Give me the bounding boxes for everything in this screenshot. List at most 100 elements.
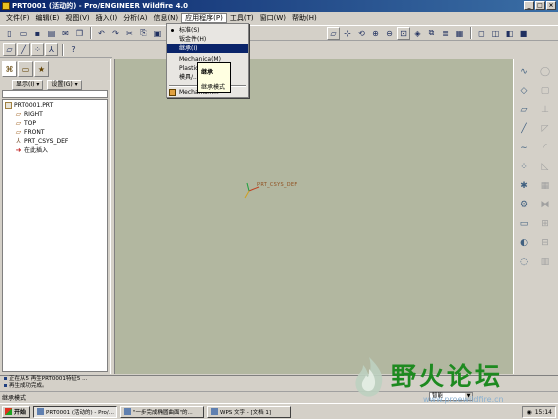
view-manager-icon[interactable]: ▦ <box>453 27 466 40</box>
copy-window-icon[interactable]: ❐ <box>73 27 86 40</box>
csys-display-icon[interactable]: ⅄ <box>45 43 58 56</box>
datum-plane-create-icon[interactable]: ▱ <box>517 103 531 117</box>
tree-item-top[interactable]: ▱ TOP <box>15 119 36 128</box>
datum-point-display-icon[interactable]: ⁘ <box>31 43 44 56</box>
tree-item-right[interactable]: ▱ RIGHT <box>15 110 43 119</box>
menu-applications[interactable]: 应用程序(P) <box>181 13 227 23</box>
menu-file[interactable]: 文件(F) <box>3 13 33 23</box>
message-bullet <box>4 384 7 387</box>
favorites-tab-icon[interactable]: ★ <box>34 61 49 77</box>
extrude-icon[interactable]: ▭ <box>517 217 531 231</box>
start-button[interactable]: 开始 <box>2 405 30 418</box>
draft-icon[interactable]: ◸ <box>538 122 552 136</box>
tree-item-csys[interactable]: ⅄ PRT_CSYS_DEF <box>15 137 68 146</box>
menu-edit[interactable]: 编辑(E) <box>33 13 63 23</box>
app-icon <box>2 2 10 10</box>
folder-browser-tab-icon[interactable]: ▭ <box>18 61 33 77</box>
merge-icon[interactable]: ⊞ <box>538 217 552 231</box>
menu-view[interactable]: 视图(V) <box>62 13 92 23</box>
chamfer-icon[interactable]: ◺ <box>538 160 552 174</box>
paste-icon[interactable]: ▣ <box>151 27 164 40</box>
menu-insert[interactable]: 插入(I) <box>93 13 121 23</box>
menu-help[interactable]: 帮助(H) <box>289 13 320 23</box>
tree-item-insert-here[interactable]: ➜ 在此插入 <box>15 146 48 155</box>
hole-icon[interactable]: ◯ <box>538 65 552 79</box>
repaint-icon[interactable]: ▱ <box>327 26 340 40</box>
tree-item-front[interactable]: ▱ FRONT <box>15 128 45 137</box>
shading-icon[interactable]: ■ <box>517 27 530 40</box>
menu-analysis[interactable]: 分析(A) <box>120 13 150 23</box>
minimize-button[interactable]: _ <box>524 1 534 10</box>
maximize-button[interactable]: □ <box>535 1 545 10</box>
menu-item-inheritance[interactable]: 继承(I) <box>167 44 248 53</box>
radio-bullet-icon <box>171 29 174 32</box>
menu-window[interactable]: 窗口(W) <box>257 13 289 23</box>
no-hidden-icon[interactable]: ◧ <box>503 27 516 40</box>
save-icon[interactable]: ▪ <box>31 27 44 40</box>
zoom-out-icon[interactable]: ⊖ <box>383 27 396 40</box>
shell-icon[interactable]: ▢ <box>538 84 552 98</box>
trim-icon[interactable]: ⊟ <box>538 236 552 250</box>
taskbar-item-browser[interactable]: "一步完成椭圆曲面"的... <box>120 405 204 418</box>
menu-tools[interactable]: 工具(T) <box>227 13 257 23</box>
refit-icon[interactable]: ⊡ <box>397 26 410 40</box>
datum-plane-icon: ▱ <box>15 128 22 136</box>
new-file-icon[interactable]: ▯ <box>3 27 16 40</box>
thicken-icon[interactable]: ▥ <box>538 255 552 269</box>
menu-item-standard[interactable]: 标准(S) <box>167 26 248 35</box>
window-controls: _ □ × <box>524 1 556 10</box>
datum-curve-icon[interactable]: ∼ <box>517 141 531 155</box>
reorient-icon[interactable]: ◈ <box>411 27 424 40</box>
tree-item-label: TOP <box>24 120 37 127</box>
datum-axis-tool-icon[interactable]: ╱ <box>517 122 531 136</box>
datum-axis-display-icon[interactable]: ╱ <box>17 43 30 56</box>
copy-icon[interactable]: ⎘ <box>137 27 150 40</box>
graphics-window[interactable]: PRT_CSYS_DEF <box>115 59 513 374</box>
revolve-icon[interactable]: ◐ <box>517 236 531 250</box>
datum-plane-display-icon[interactable]: ▱ <box>3 43 16 56</box>
round-icon[interactable]: ◜ <box>538 141 552 155</box>
datum-point-tool-icon[interactable]: ⁘ <box>517 160 531 174</box>
model-tree-tab-icon[interactable]: ⌘ <box>2 61 17 77</box>
tree-item-label: 在此插入 <box>24 147 49 154</box>
analysis-tool-icon[interactable]: ⚙ <box>517 198 531 212</box>
zoom-in-icon[interactable]: ⊕ <box>369 27 382 40</box>
taskbar-item-proe[interactable]: PRT0001 (活动的) - Pro/... <box>33 405 117 418</box>
undo-icon[interactable]: ↶ <box>95 27 108 40</box>
print-icon[interactable]: ▤ <box>45 27 58 40</box>
redo-icon[interactable]: ↷ <box>109 27 122 40</box>
mirror-icon[interactable]: ⧓ <box>538 198 552 212</box>
selection-filter-select[interactable]: 智能 ▼ <box>429 392 473 401</box>
saved-views-icon[interactable]: ⧉ <box>425 27 438 40</box>
close-button[interactable]: × <box>546 1 556 10</box>
menu-item-sheetmetal[interactable]: 钣金件(H) <box>167 35 248 44</box>
mechanism-icon <box>169 89 176 96</box>
csys-tool-icon[interactable]: ✱ <box>517 179 531 193</box>
status-bar: 继承模式 智能 ▼ <box>0 391 558 402</box>
taskbar-item-wps[interactable]: WPS 文字 - [文档 1] <box>207 405 291 418</box>
datum-plane-icon: ▱ <box>15 119 22 127</box>
sweep-icon[interactable]: ◌ <box>517 255 531 269</box>
toolbar-separator <box>90 27 92 39</box>
hidden-line-icon[interactable]: ◫ <box>489 27 502 40</box>
window-titlebar[interactable]: PRT0001 (活动的) - Pro/ENGINEER Wildfire 4.… <box>0 0 558 12</box>
rib-icon[interactable]: ⊥ <box>538 103 552 117</box>
sketch-icon[interactable]: ∿ <box>517 65 531 79</box>
layers-icon[interactable]: ≣ <box>439 27 452 40</box>
orient-mode-icon[interactable]: ⟲ <box>355 27 368 40</box>
send-mail-icon[interactable]: ✉ <box>59 27 72 40</box>
open-file-icon[interactable]: ▭ <box>17 27 30 40</box>
menu-info[interactable]: 信息(N) <box>150 13 181 23</box>
pattern-icon[interactable]: ▦ <box>538 179 552 193</box>
spin-center-icon[interactable]: ⊹ <box>341 27 354 40</box>
tree-item-part[interactable]: PRT0001.PRT <box>5 101 53 110</box>
cut-icon[interactable]: ✂ <box>123 27 136 40</box>
settings-menu-button[interactable]: 设置(G) ▾ <box>47 79 82 90</box>
show-menu-button[interactable]: 显示(I) ▾ <box>12 79 44 90</box>
feature-toolbar: ∿ ◇ ▱ ╱ ∼ ⁘ ✱ ⚙ ▭ ◐ ◌ ◯ ▢ ⊥ ◸ ◜ ◺ ▦ ⧓ ⊞ … <box>513 59 558 374</box>
datum-plane-tool-icon[interactable]: ◇ <box>517 84 531 98</box>
start-label: 开始 <box>14 409 27 416</box>
context-help-icon[interactable]: ? <box>67 43 80 56</box>
wireframe-icon[interactable]: ◻ <box>475 27 488 40</box>
tray-icon[interactable]: ◉ <box>526 409 531 416</box>
